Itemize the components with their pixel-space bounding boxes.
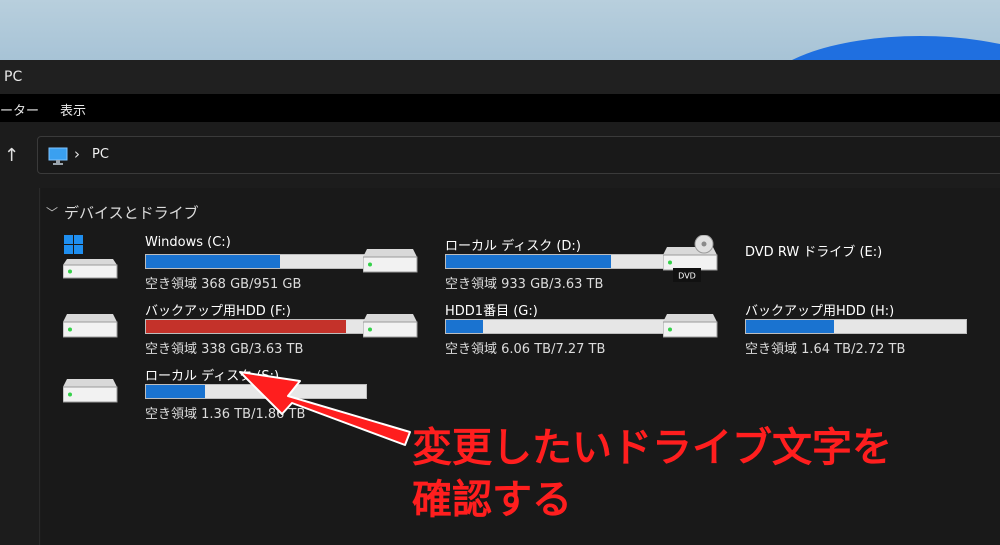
menu-bar: ーター 表示 [0,94,1000,122]
drive-name: ローカル ディスク (S:) [145,369,280,384]
drive-free-space: 空き領域 6.06 TB/7.27 TB [445,342,606,357]
hard-drive-icon [363,249,418,273]
drive-free-space: 空き領域 1.36 TB/1.86 TB [145,407,306,422]
usage-bar-fill [146,255,281,268]
drive-item-c[interactable]: Windows (C:) 空き領域 368 GB/951 GB [63,235,367,295]
dvd-badge-label: DVD [678,272,696,281]
drive-free-space: 空き領域 368 GB/951 GB [145,277,302,292]
drive-item-h[interactable]: バックアップ用HDD (H:) 空き領域 1.64 TB/2.72 TB [663,300,967,360]
drive-item-e[interactable]: DVD DVD RW ドライブ (E:) [663,235,948,295]
menu-item-view[interactable]: 表示 [60,100,86,119]
monitor-icon [48,147,68,165]
drive-free-space: 空き領域 933 GB/3.63 TB [445,277,604,292]
drive-free-space: 空き領域 338 GB/3.63 TB [145,342,304,357]
usage-bar [745,319,967,334]
hard-drive-icon [63,379,118,403]
drive-name: HDD1番目 (G:) [445,304,538,319]
hard-drive-icon [63,314,118,338]
wallpaper-bloom [760,36,1000,60]
hard-drive-icon [663,314,718,338]
usage-bar-fill [146,320,347,333]
annotation-line-2: 確認する [412,477,572,523]
usage-bar-fill [446,255,611,268]
drive-name: Windows (C:) [145,235,231,250]
menu-item-computer[interactable]: ーター [0,100,39,119]
chevron-down-icon: ﹀ [46,206,59,220]
up-arrow-icon[interactable]: ↑ [4,145,19,166]
drive-item-s[interactable]: ローカル ディスク (S:) 空き領域 1.36 TB/1.86 TB [63,365,367,425]
usage-bar [445,319,667,334]
window-title: PC [4,69,23,85]
breadcrumb-pc[interactable]: PC [92,147,109,162]
drive-name: ローカル ディスク (D:) [445,239,581,254]
address-bar[interactable]: › PC [37,136,1000,174]
section-header-devices[interactable]: ﹀ デバイスとドライブ [46,202,199,223]
address-row: ↑ › PC [0,122,1000,188]
usage-bar-fill [746,320,834,333]
drive-item-f[interactable]: バックアップ用HDD (F:) 空き領域 338 GB/3.63 TB [63,300,367,360]
hard-drive-icon [63,235,118,279]
drive-free-space: 空き領域 1.64 TB/2.72 TB [745,342,906,357]
section-title: デバイスとドライブ [64,204,199,222]
usage-bar [145,254,367,269]
desktop-wallpaper [0,0,1000,60]
window-titlebar[interactable]: PC [0,60,1000,94]
drive-item-d[interactable]: ローカル ディスク (D:) 空き領域 933 GB/3.63 TB [363,235,667,295]
usage-bar [145,384,367,399]
usage-bar-fill [146,385,206,398]
drive-name: バックアップ用HDD (H:) [745,304,895,319]
usage-bar [445,254,667,269]
hard-drive-icon [363,314,418,338]
breadcrumb-separator: › [74,145,80,163]
drive-name: バックアップ用HDD (F:) [145,304,291,319]
navigation-pane[interactable] [0,188,40,545]
drive-item-g[interactable]: HDD1番目 (G:) 空き領域 6.06 TB/7.27 TB [363,300,667,360]
annotation-text: 変更したいドライブ文字を 確認する [412,422,972,526]
usage-bar [145,319,367,334]
usage-bar-fill [446,320,484,333]
drive-name: DVD RW ドライブ (E:) [745,245,883,260]
dvd-drive-icon: DVD [663,235,718,282]
annotation-line-1: 変更したいドライブ文字を [412,425,892,471]
